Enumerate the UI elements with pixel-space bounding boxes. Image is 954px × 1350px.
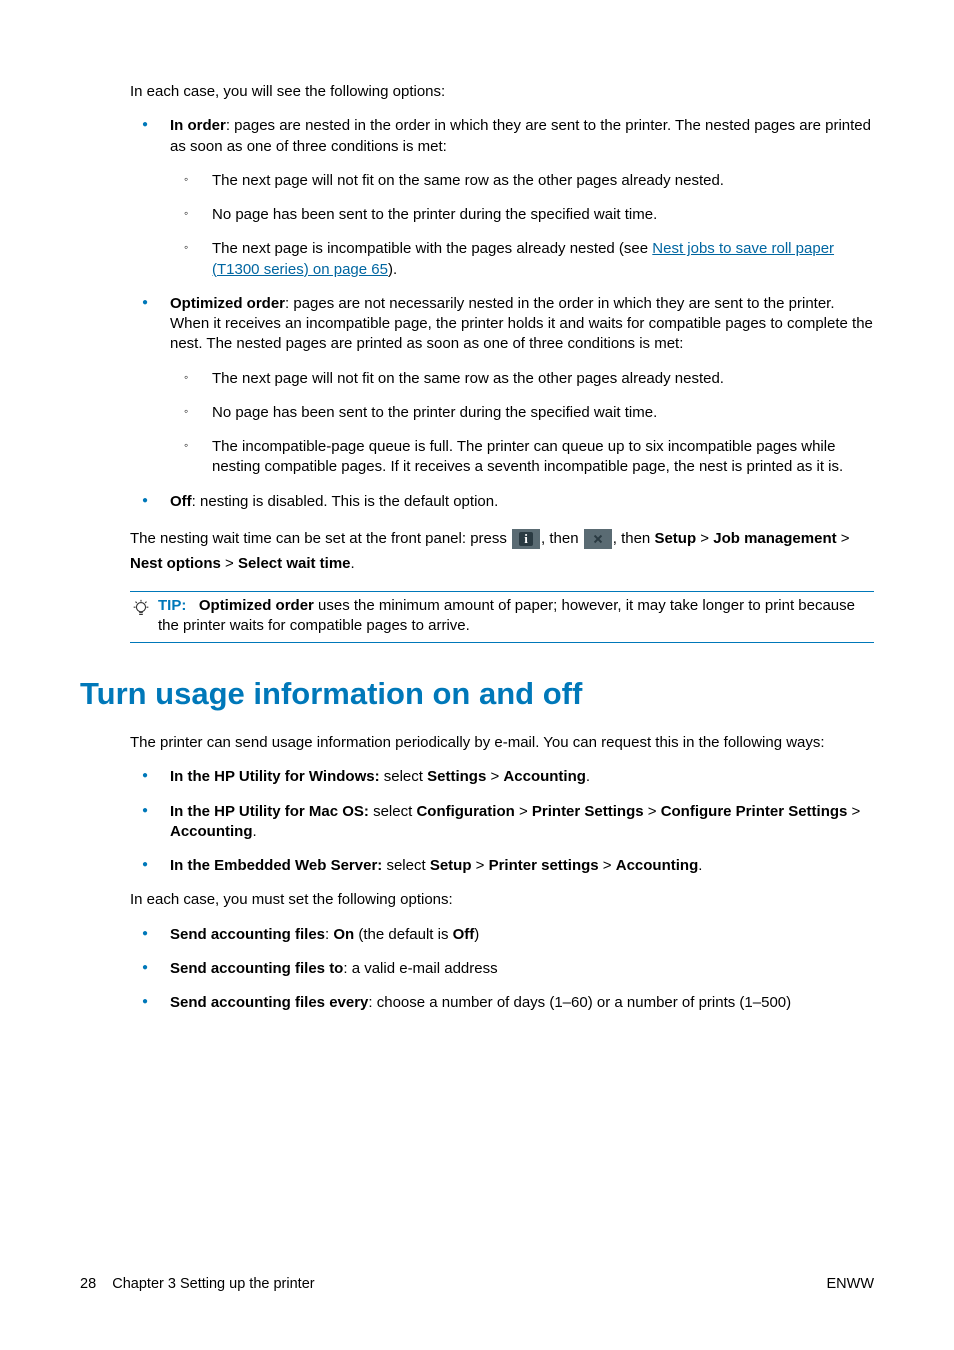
lightbulb-icon bbox=[130, 598, 154, 620]
u2g: Configure Printer Settings bbox=[661, 803, 848, 820]
wait-gt1: > bbox=[696, 530, 713, 547]
option-in-order: In order: pages are nested in the order … bbox=[130, 116, 874, 280]
u1b: select bbox=[380, 768, 428, 785]
s1c: On bbox=[333, 926, 354, 943]
io-sub3-b: ). bbox=[388, 261, 397, 278]
io-sub3-a: The next page is incompatible with the p… bbox=[212, 240, 652, 257]
intro-text: In each case, you will see the following… bbox=[130, 82, 874, 102]
footer-chapter: Chapter 3 Setting up the printer bbox=[112, 1276, 314, 1292]
u2f: > bbox=[644, 803, 661, 820]
in-order-sub1: The next page will not fit on the same r… bbox=[170, 171, 874, 191]
optimized-sub3: The incompatible-page queue is full. The… bbox=[170, 437, 874, 478]
set-send-files: Send accounting files: On (the default i… bbox=[130, 925, 874, 945]
u2e: Printer Settings bbox=[532, 803, 644, 820]
usage-way-macos: In the HP Utility for Mac OS: select Con… bbox=[130, 802, 874, 843]
u3d: > bbox=[471, 857, 488, 874]
section-heading: Turn usage information on and off bbox=[80, 673, 874, 715]
set-options-list: Send accounting files: On (the default i… bbox=[130, 925, 874, 1014]
page-footer: 28 Chapter 3 Setting up the printer ENWW bbox=[80, 1276, 874, 1292]
s2a: Send accounting files to bbox=[170, 960, 343, 977]
wait-setup: Setup bbox=[654, 530, 696, 547]
optimized-sub1: The next page will not fit on the same r… bbox=[170, 369, 874, 389]
u3b: select bbox=[382, 857, 430, 874]
s2b: : a valid e-mail address bbox=[343, 960, 497, 977]
s1f: ) bbox=[474, 926, 479, 943]
u2h: > bbox=[847, 803, 860, 820]
u3c: Setup bbox=[430, 857, 472, 874]
wait-gt2: > bbox=[837, 530, 850, 547]
in-order-sub2: No page has been sent to the printer dur… bbox=[170, 205, 874, 225]
in-order-text: : pages are nested in the order in which… bbox=[170, 117, 871, 154]
footer-right: ENWW bbox=[826, 1276, 874, 1292]
footer-page-number: 28 bbox=[80, 1276, 96, 1292]
u2b: select bbox=[369, 803, 417, 820]
wrench-icon bbox=[584, 529, 612, 549]
u3h: . bbox=[698, 857, 702, 874]
wait-end: . bbox=[351, 555, 355, 572]
off-text: : nesting is disabled. This is the defau… bbox=[192, 493, 499, 510]
wait-select: Select wait time bbox=[238, 555, 351, 572]
optimized-sublist: The next page will not fit on the same r… bbox=[170, 369, 874, 478]
tip-bold: Optimized order bbox=[199, 597, 314, 614]
u2c: Configuration bbox=[416, 803, 514, 820]
optimized-sub2: No page has been sent to the printer dur… bbox=[170, 403, 874, 423]
u3e: Printer settings bbox=[489, 857, 599, 874]
in-order-sub3: The next page is incompatible with the p… bbox=[170, 239, 874, 280]
u1e: Accounting bbox=[503, 768, 586, 785]
optimized-label: Optimized order bbox=[170, 295, 285, 312]
wait-nest: Nest options bbox=[130, 555, 221, 572]
in-order-sublist: The next page will not fit on the same r… bbox=[170, 171, 874, 280]
u2i: Accounting bbox=[170, 823, 253, 840]
tip-text: TIP: Optimized order uses the minimum am… bbox=[158, 596, 874, 637]
wait-gt3: > bbox=[221, 555, 238, 572]
usage-way-ews: In the Embedded Web Server: select Setup… bbox=[130, 856, 874, 876]
option-off: Off: nesting is disabled. This is the de… bbox=[130, 492, 874, 512]
usage-intro: The printer can send usage information p… bbox=[130, 733, 874, 753]
s3b: : choose a number of days (1–60) or a nu… bbox=[368, 994, 791, 1011]
usage-ways-list: In the HP Utility for Windows: select Se… bbox=[130, 767, 874, 876]
in-order-label: In order bbox=[170, 117, 226, 134]
u1c: Settings bbox=[427, 768, 486, 785]
s1d: (the default is bbox=[354, 926, 452, 943]
options-list: In order: pages are nested in the order … bbox=[130, 116, 874, 512]
s1a: Send accounting files bbox=[170, 926, 325, 943]
set-send-every: Send accounting files every: choose a nu… bbox=[130, 993, 874, 1013]
u2a: In the HP Utility for Mac OS: bbox=[170, 803, 369, 820]
u1f: . bbox=[586, 768, 590, 785]
set-send-to: Send accounting files to: a valid e-mail… bbox=[130, 959, 874, 979]
u2d: > bbox=[515, 803, 532, 820]
u2j: . bbox=[253, 823, 257, 840]
u3g: Accounting bbox=[616, 857, 699, 874]
wait-time-paragraph: The nesting wait time can be set at the … bbox=[130, 526, 874, 577]
wait-a: The nesting wait time can be set at the … bbox=[130, 530, 511, 547]
tip-box: TIP: Optimized order uses the minimum am… bbox=[130, 591, 874, 644]
u3a: In the Embedded Web Server: bbox=[170, 857, 382, 874]
usage-way-windows: In the HP Utility for Windows: select Se… bbox=[130, 767, 874, 787]
s1e: Off bbox=[453, 926, 475, 943]
must-set-text: In each case, you must set the following… bbox=[130, 890, 874, 910]
u1a: In the HP Utility for Windows: bbox=[170, 768, 380, 785]
info-icon bbox=[512, 529, 540, 549]
wait-job: Job management bbox=[713, 530, 836, 547]
wait-c: , then bbox=[613, 530, 655, 547]
s3a: Send accounting files every bbox=[170, 994, 368, 1011]
off-label: Off bbox=[170, 493, 192, 510]
u1d: > bbox=[486, 768, 503, 785]
wait-b: , then bbox=[541, 530, 583, 547]
u3f: > bbox=[599, 857, 616, 874]
tip-label: TIP: bbox=[158, 597, 186, 614]
option-optimized: Optimized order: pages are not necessari… bbox=[130, 294, 874, 478]
footer-left: 28 Chapter 3 Setting up the printer bbox=[80, 1276, 315, 1292]
